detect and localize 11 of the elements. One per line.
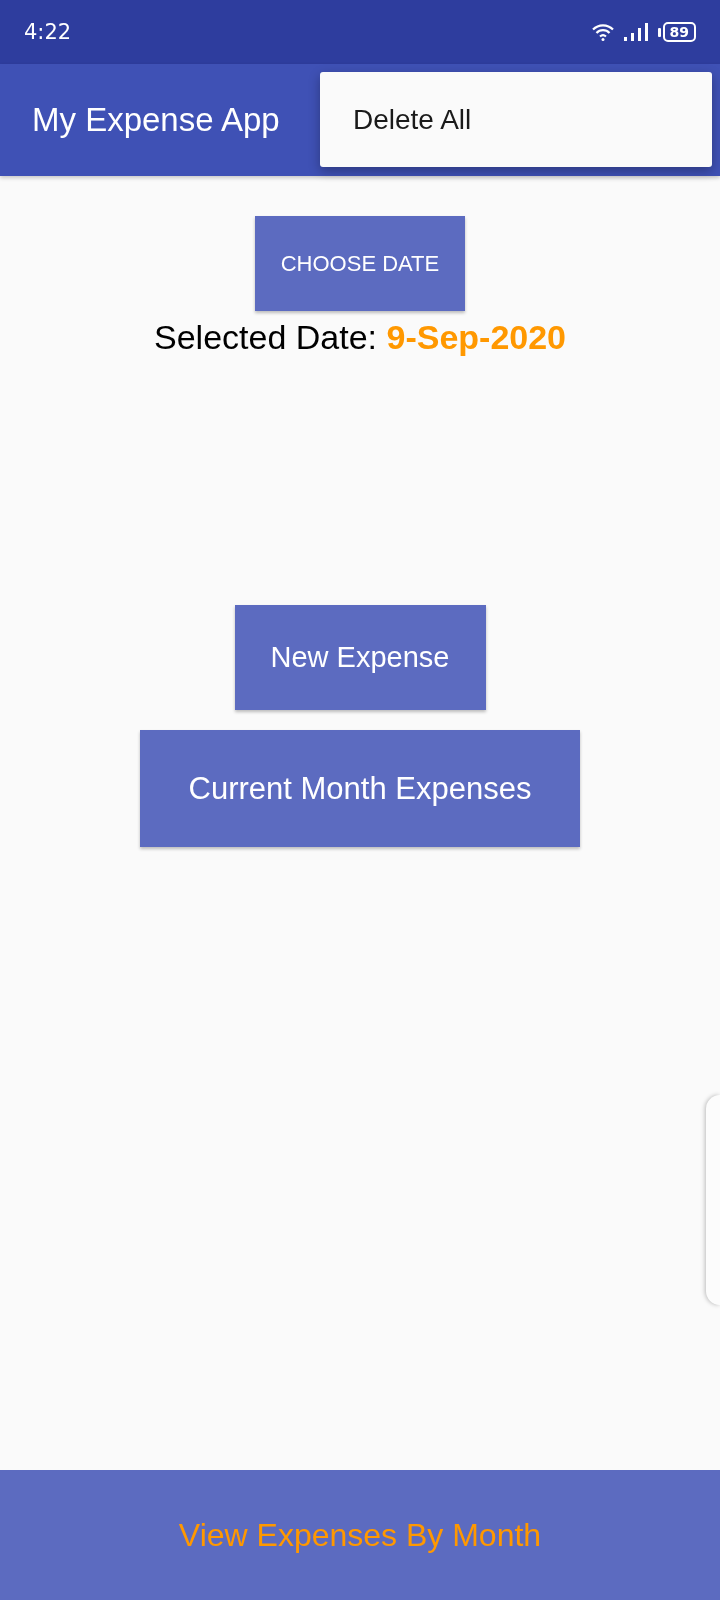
current-month-expenses-button[interactable]: Current Month Expenses — [140, 730, 580, 847]
status-time: 4:22 — [24, 20, 72, 44]
signal-icon — [623, 23, 648, 41]
battery-indicator: 89 — [657, 22, 696, 42]
app-title: My Expense App — [32, 101, 280, 139]
edge-panel-handle[interactable] — [706, 1095, 720, 1305]
menu-item[interactable]: Delete All — [320, 72, 712, 167]
choose-date-button[interactable]: CHOOSE DATE — [255, 216, 465, 311]
selected-date-text: Selected Date: 9-Sep-2020 — [154, 317, 566, 358]
wifi-icon — [591, 23, 614, 41]
new-expense-button[interactable]: New Expense — [234, 605, 486, 710]
